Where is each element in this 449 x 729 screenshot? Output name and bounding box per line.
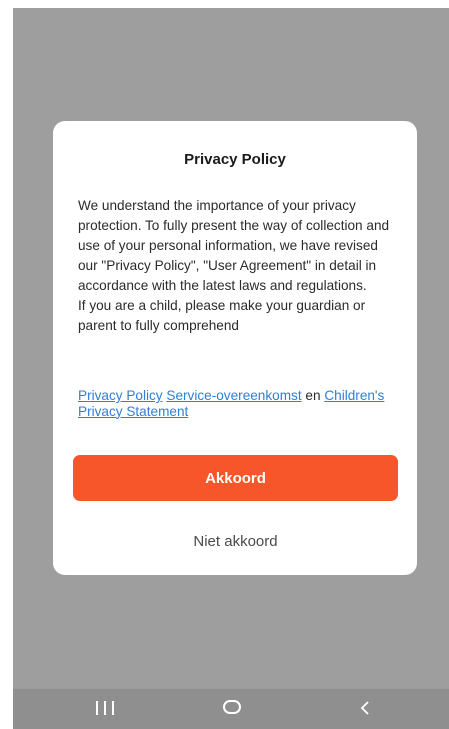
screen-overlay: Privacy Policy We understand the importa… bbox=[13, 8, 449, 729]
home-icon[interactable] bbox=[223, 700, 241, 714]
body-paragraph: We understand the importance of your pri… bbox=[78, 198, 390, 293]
agree-button[interactable]: Akkoord bbox=[73, 455, 398, 501]
body-paragraph: If you are a child, please make your gua… bbox=[78, 298, 366, 333]
back-icon[interactable] bbox=[355, 697, 375, 719]
decline-button[interactable]: Niet akkoord bbox=[73, 523, 398, 559]
links-conjunction: en bbox=[305, 388, 321, 403]
service-agreement-link[interactable]: Service-overeenkomst bbox=[166, 388, 301, 403]
privacy-policy-link[interactable]: Privacy Policy bbox=[78, 388, 163, 403]
dialog-body[interactable]: We understand the importance of your pri… bbox=[78, 196, 392, 376]
dialog-title: Privacy Policy bbox=[184, 151, 286, 168]
system-nav-bar bbox=[13, 689, 449, 729]
policy-links: Privacy Policy Service-overeenkomst en C… bbox=[78, 388, 394, 419]
privacy-policy-dialog: Privacy Policy We understand the importa… bbox=[53, 121, 417, 575]
recent-apps-icon[interactable] bbox=[96, 701, 114, 715]
